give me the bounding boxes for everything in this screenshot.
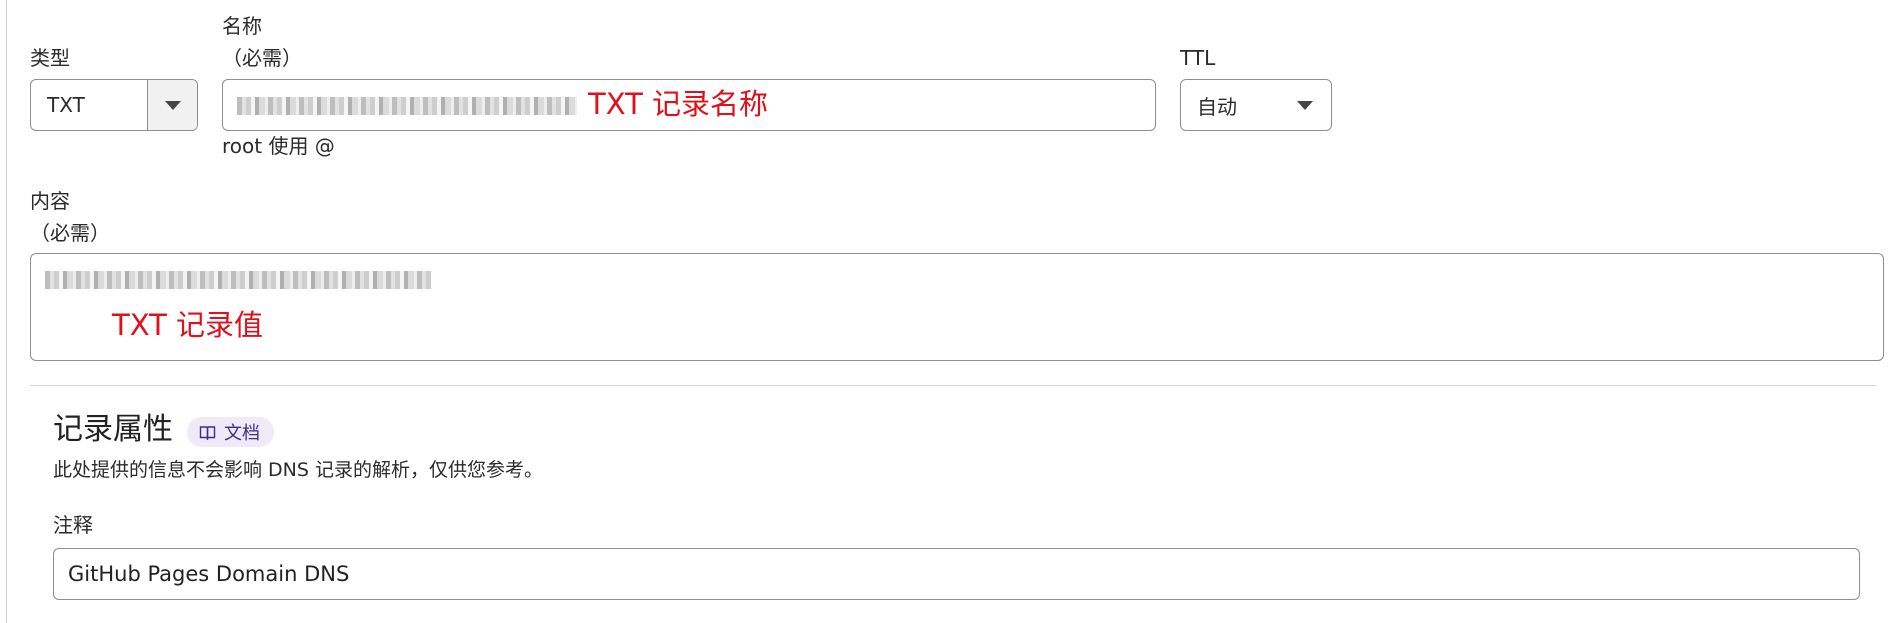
docs-link-label: 文档 [224,423,260,444]
ttl-select[interactable]: 自动 [1180,79,1332,131]
type-select[interactable]: TXT [30,79,198,131]
record-attributes-description: 此处提供的信息不会影响 DNS 记录的解析，仅供您参考。 [53,459,543,481]
ttl-select-value: 自动 [1197,94,1237,119]
name-label: 名称 [222,14,262,38]
content-textarea[interactable] [30,253,1884,361]
type-select-value: TXT [47,93,85,117]
type-label: 类型 [30,46,70,70]
section-divider [30,385,1876,386]
name-required-label: （必需） [222,46,302,70]
record-attributes-title: 记录属性 [53,412,173,447]
content-annotation: TXT 记录值 [112,308,264,342]
caret-down-icon [164,100,181,110]
ttl-select-toggle[interactable] [1291,80,1319,130]
caret-down-icon [1297,100,1313,110]
content-required-label: （必需） [30,221,110,245]
docs-link-badge[interactable]: 文档 [187,417,274,447]
name-help-text: root 使用 @ [222,134,335,158]
comment-input[interactable]: GitHub Pages Domain DNS [53,548,1860,600]
content-label: 内容 [30,189,70,213]
book-icon [199,425,216,440]
ttl-label: TTL [1180,46,1216,70]
comment-label: 注释 [53,513,93,537]
left-divider [6,0,7,623]
content-redacted-value [45,271,431,289]
name-annotation: TXT 记录名称 [588,87,769,121]
name-redacted-value [237,97,577,115]
type-select-toggle[interactable] [148,80,197,130]
comment-input-value: GitHub Pages Domain DNS [68,562,350,586]
